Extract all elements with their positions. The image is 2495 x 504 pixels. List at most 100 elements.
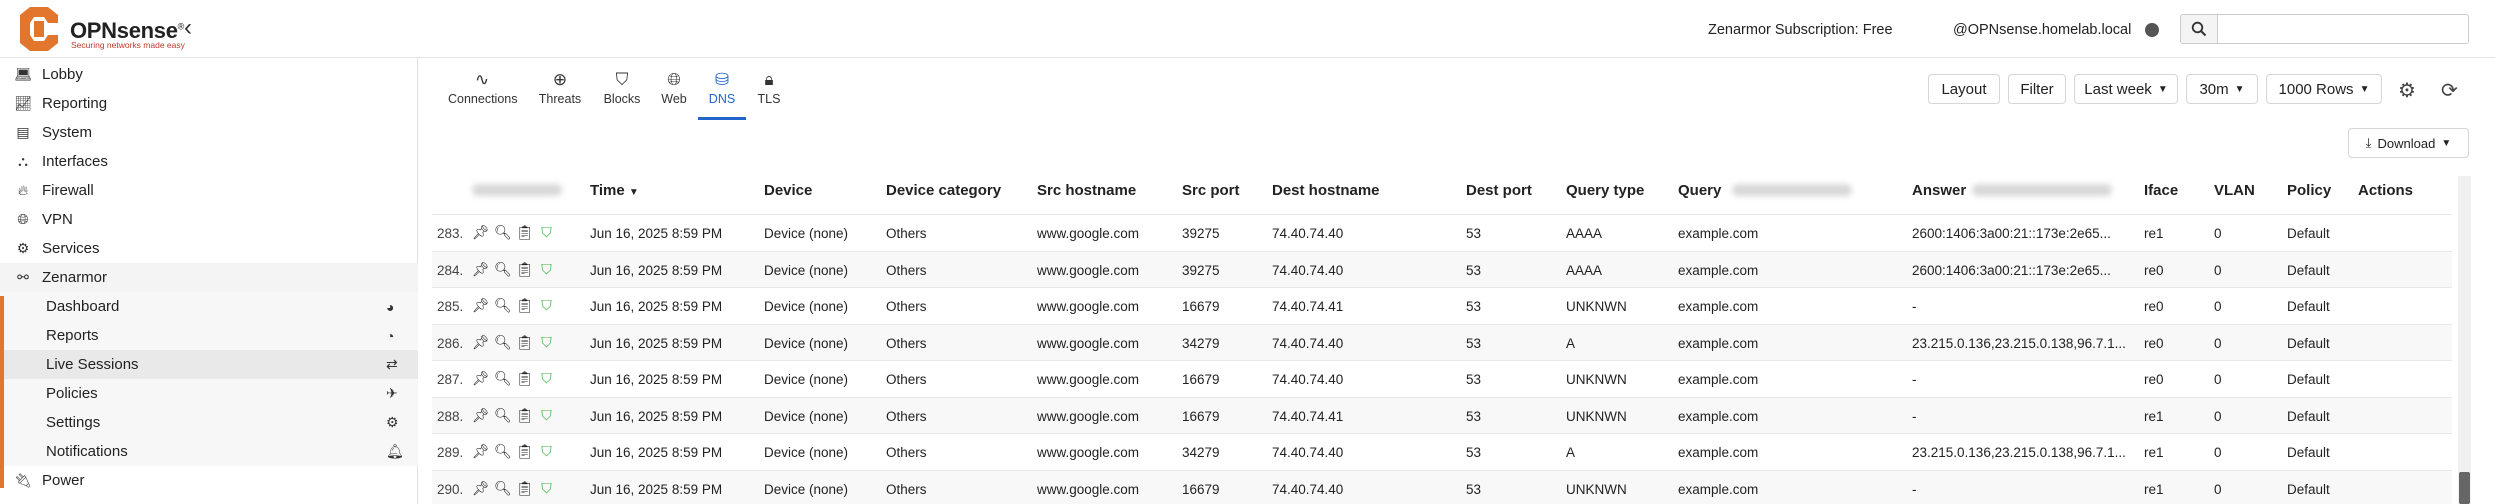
sidebar-item-zenarmor[interactable]: ⚯ Zenarmor — [0, 263, 418, 292]
pin-icon[interactable]: 📌︎ — [472, 334, 490, 351]
search-icon[interactable]: 🔍︎ — [494, 407, 512, 424]
rows-select[interactable]: 1000 Rows ▼ — [2266, 74, 2382, 104]
column-header-src-port[interactable]: Src port — [1182, 182, 1240, 199]
shield-icon[interactable]: ⛉ — [538, 224, 555, 241]
sidebar-item-vpn[interactable]: 🌐︎ VPN — [0, 205, 418, 234]
tab-blocks[interactable]: ⛉ Blocks — [600, 70, 644, 118]
search-icon[interactable]: 🔍︎ — [494, 224, 512, 241]
column-header-query[interactable]: Query — [1678, 182, 1721, 199]
sidebar-item-firewall[interactable]: 🔥︎ Firewall — [0, 176, 418, 205]
table-row[interactable]: 285. Jun 16, 2025 8:59 PM Device (none) Oth… — [432, 287, 2452, 323]
sidebar-item-reports[interactable]: Reports ◔ — [0, 321, 418, 350]
search-icon[interactable]: 🔍︎ — [494, 297, 512, 314]
status-indicator[interactable] — [2145, 23, 2159, 37]
pin-icon[interactable]: 📌︎ — [472, 480, 490, 497]
clipboard-icon[interactable]: 📋︎ — [516, 297, 534, 314]
sidebar-item-lobby[interactable]: 💻︎ Lobby — [0, 60, 418, 89]
clipboard-icon[interactable]: 📋︎ — [516, 480, 534, 497]
column-header-device-category[interactable]: Device category — [886, 182, 1001, 199]
shield-icon[interactable]: ⛉ — [538, 370, 555, 387]
column-header-dest-hostname[interactable]: Dest hostname — [1272, 182, 1380, 199]
settings-icon[interactable]: ⚙ — [2398, 78, 2416, 103]
dns-sessions-table: Time ▼ Device Device category Src hostna… — [432, 170, 2452, 504]
sidebar-item-policies[interactable]: Policies ✈ — [0, 379, 418, 408]
column-header-iface[interactable]: Iface — [2144, 182, 2178, 199]
time-range-select[interactable]: Last week ▼ — [2074, 74, 2178, 104]
opnsense-logo[interactable] — [14, 5, 64, 53]
chevron-down-icon: ▼ — [2157, 83, 2168, 95]
sidebar-item-notifications[interactable]: Notifications 🔔︎ — [0, 437, 418, 466]
sidebar-item-live-sessions[interactable]: Live Sessions ⇄ — [0, 350, 418, 379]
shield-icon[interactable]: ⛉ — [538, 407, 555, 424]
clipboard-icon[interactable]: 📋︎ — [516, 224, 534, 241]
clipboard-icon[interactable]: 📋︎ — [516, 261, 534, 278]
cell-time: Jun 16, 2025 8:59 PM — [590, 408, 723, 424]
shield-icon[interactable]: ⛉ — [538, 261, 555, 278]
tab-tls[interactable]: 🔒︎ TLS — [752, 70, 786, 118]
search-button[interactable] — [2180, 14, 2218, 44]
cell-device-category: Others — [886, 408, 927, 424]
pin-icon[interactable]: 📌︎ — [472, 224, 490, 241]
collapse-sidebar-icon[interactable]: ‹ — [184, 14, 192, 42]
subscription-status[interactable]: Zenarmor Subscription: Free — [1708, 22, 1893, 38]
sidebar-item-system[interactable]: ▤ System — [0, 118, 418, 147]
search-icon[interactable]: 🔍︎ — [494, 370, 512, 387]
clipboard-icon[interactable]: 📋︎ — [516, 370, 534, 387]
search-icon[interactable]: 🔍︎ — [494, 480, 512, 497]
table-row[interactable]: 284. Jun 16, 2025 8:59 PM Device (none) Oth… — [432, 250, 2452, 287]
shield-icon[interactable]: ⛉ — [538, 334, 555, 351]
submenu-accent-bar — [0, 296, 4, 488]
sidebar-item-services[interactable]: ⚙ Services — [0, 234, 418, 263]
column-header-time[interactable]: Time ▼ — [590, 182, 639, 199]
tab-connections[interactable]: ∿ Connections — [448, 70, 518, 118]
search-input[interactable] — [2218, 14, 2469, 44]
clipboard-icon[interactable]: 📋︎ — [516, 443, 534, 460]
user-host[interactable]: @OPNsense.homelab.local — [1953, 22, 2131, 38]
refresh-icon[interactable]: ⟳ — [2441, 78, 2458, 103]
column-header-query-type[interactable]: Query type — [1566, 182, 1644, 199]
pin-icon[interactable]: 📌︎ — [472, 370, 490, 387]
clipboard-icon[interactable]: 📋︎ — [516, 334, 534, 351]
column-header-device[interactable]: Device — [764, 182, 812, 199]
clipboard-icon[interactable]: 📋︎ — [516, 407, 534, 424]
sidebar-item-dashboard[interactable]: Dashboard ◕ — [0, 292, 418, 321]
filter-button[interactable]: Filter — [2008, 74, 2066, 104]
sidebar-item-settings[interactable]: Settings ⚙ — [0, 408, 418, 437]
sidebar-item-power[interactable]: 🔌︎ Power — [0, 466, 418, 495]
shield-icon[interactable]: ⛉ — [538, 480, 555, 497]
scrollbar-track[interactable] — [2458, 176, 2471, 504]
column-header-src-hostname[interactable]: Src hostname — [1037, 182, 1136, 199]
search-icon[interactable]: 🔍︎ — [494, 334, 512, 351]
tab-threats[interactable]: ⊕ Threats — [536, 70, 584, 118]
table-row[interactable]: 286. Jun 16, 2025 8:59 PM Device (none) Oth… — [432, 323, 2452, 360]
column-header-vlan[interactable]: VLAN — [2214, 182, 2255, 199]
pin-icon[interactable]: 📌︎ — [472, 407, 490, 424]
search-icon[interactable]: 🔍︎ — [494, 443, 512, 460]
sidebar-item-reporting[interactable]: 📈︎ Reporting — [0, 89, 418, 118]
cell-dest-port: 53 — [1466, 481, 1482, 497]
cell-vlan: 0 — [2214, 262, 2222, 278]
table-row[interactable]: 288. Jun 16, 2025 8:59 PM Device (none) Oth… — [432, 396, 2452, 433]
table-row[interactable]: 289. Jun 16, 2025 8:59 PM Device (none) Oth… — [432, 433, 2452, 469]
sidebar-item-interfaces[interactable]: ⛬ Interfaces — [0, 147, 418, 176]
download-button[interactable]: ⤓ Download ▼ — [2348, 128, 2469, 158]
table-row[interactable]: 283. Jun 16, 2025 8:59 PM Device (none) Oth… — [432, 214, 2452, 250]
cell-query: example.com — [1678, 408, 1759, 424]
column-header-dest-port[interactable]: Dest port — [1466, 182, 1532, 199]
shield-icon[interactable]: ⛉ — [538, 297, 555, 314]
scrollbar-thumb[interactable] — [2459, 472, 2470, 504]
layout-button[interactable]: Layout — [1928, 74, 2000, 104]
pin-icon[interactable]: 📌︎ — [472, 261, 490, 278]
column-header-answer[interactable]: Answer — [1912, 182, 1966, 199]
table-row[interactable]: 287. Jun 16, 2025 8:59 PM Device (none) Oth… — [432, 360, 2452, 396]
tab-web[interactable]: 🌐︎ Web — [656, 70, 692, 118]
shield-icon[interactable]: ⛉ — [538, 443, 555, 460]
pin-icon[interactable]: 📌︎ — [472, 443, 490, 460]
pin-icon[interactable]: 📌︎ — [472, 297, 490, 314]
column-header-policy[interactable]: Policy — [2287, 182, 2331, 199]
search-icon[interactable]: 🔍︎ — [494, 261, 512, 278]
tab-dns[interactable]: ⛁ DNS — [698, 70, 746, 118]
cell-device-category: Others — [886, 372, 927, 387]
refresh-interval-select[interactable]: 30m ▼ — [2186, 74, 2258, 104]
table-row[interactable]: 290. Jun 16, 2025 8:59 PM Device (none) Oth… — [432, 469, 2452, 504]
